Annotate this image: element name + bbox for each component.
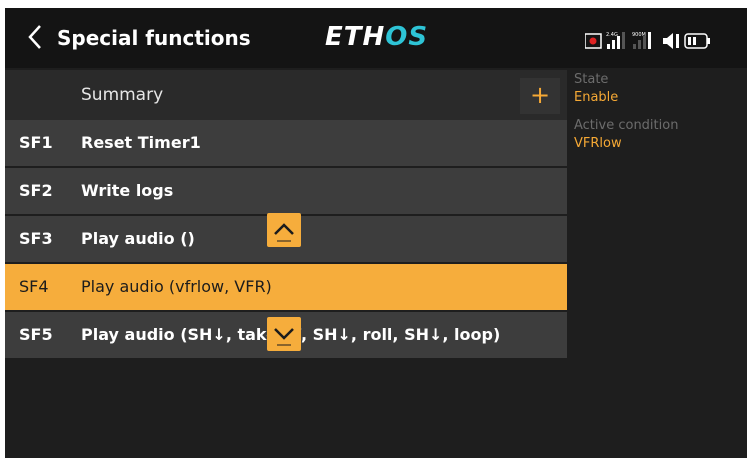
summary-label: Summary (81, 85, 164, 105)
state-label: State (574, 72, 609, 87)
function-code: SF1 (19, 133, 53, 152)
summary-row[interactable]: Summary + (5, 70, 567, 120)
logo-main-text: ETH (325, 22, 386, 52)
top-bar: Special functions ETHOS 2.4G 900M (5, 8, 747, 68)
function-name: Reset Timer1 (81, 133, 201, 152)
state-value: Enable (574, 90, 619, 105)
speaker-icon (663, 33, 679, 49)
signal-2.4g-icon: 2.4G (606, 32, 625, 49)
chevron-left-icon (28, 25, 41, 49)
add-function-button[interactable]: + (520, 78, 560, 114)
status-icons: 2.4G 900M (584, 32, 710, 49)
scroll-up-button[interactable] (267, 213, 301, 247)
battery-icon (684, 33, 710, 49)
function-name: Play audio () (81, 229, 195, 248)
function-code: SF5 (19, 325, 53, 344)
ethos-logo: ETHOS (325, 22, 428, 52)
rf-status-icon (584, 33, 602, 49)
function-code: SF4 (19, 277, 49, 296)
function-name: Write logs (81, 181, 174, 200)
scroll-down-button[interactable] (267, 317, 301, 351)
active-condition-label: Active condition (574, 118, 679, 133)
page-title: Special functions (57, 26, 251, 50)
function-code: SF3 (19, 229, 53, 248)
status-bar: 2.4G 900M (584, 30, 735, 50)
logo-accent-text: OS (385, 22, 429, 52)
chevron-down-icon (274, 328, 294, 346)
chevron-up-icon (274, 223, 294, 242)
function-code: SF2 (19, 181, 53, 200)
active-condition-value: VFRlow (574, 136, 622, 151)
radio-screen: Special functions ETHOS 2.4G 900M Summar… (5, 8, 747, 458)
function-name: Play audio (vfrlow, VFR) (81, 277, 272, 296)
signal-900m-icon: 900M (632, 32, 651, 49)
function-row-sf2[interactable]: SF2 Write logs (5, 168, 567, 214)
function-row-sf4[interactable]: SF4 Play audio (vfrlow, VFR) (5, 264, 567, 310)
properties-panel: State Enable Active condition VFRlow (569, 70, 747, 458)
signal-2.4g-label: 2.4G (606, 32, 618, 38)
back-button[interactable] (25, 22, 45, 52)
function-row-sf1[interactable]: SF1 Reset Timer1 (5, 120, 567, 166)
